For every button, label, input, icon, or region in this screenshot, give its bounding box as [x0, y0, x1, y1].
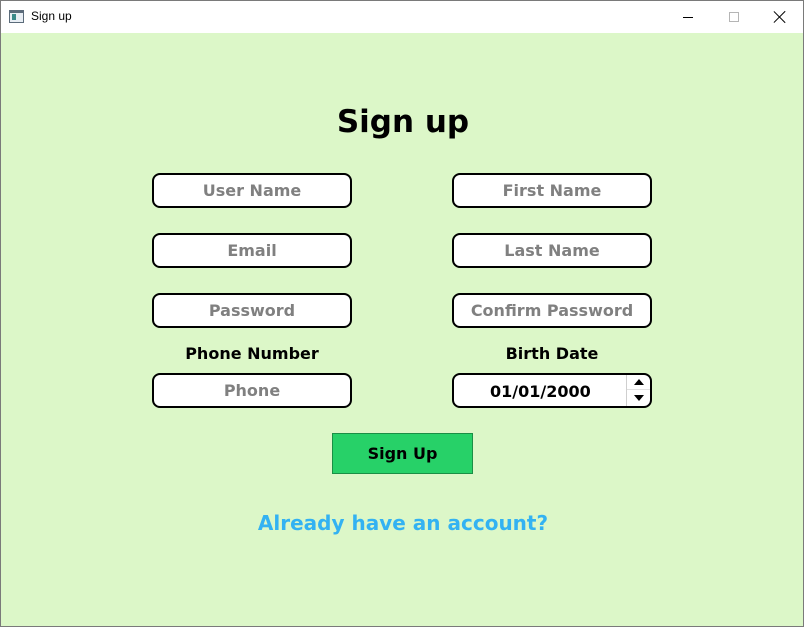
email-input[interactable]: Email [152, 233, 352, 268]
window-title: Sign up [31, 9, 72, 23]
birth-date-label: Birth Date [505, 344, 599, 363]
close-icon [774, 11, 786, 23]
maximize-button[interactable] [711, 1, 757, 33]
confirm-password-input[interactable]: Confirm Password [452, 293, 652, 328]
close-button[interactable] [757, 1, 803, 33]
spin-up-button[interactable] [627, 375, 650, 390]
signup-window: Sign up Sign up User Name First Name Ema… [0, 0, 804, 627]
first-name-input[interactable]: First Name [452, 173, 652, 208]
phone-number-label: Phone Number [185, 344, 319, 363]
birth-date-value[interactable]: 01/01/2000 [490, 382, 591, 401]
minimize-icon [683, 16, 693, 18]
login-link[interactable]: Already have an account? [1, 511, 804, 535]
maximize-icon [729, 12, 739, 22]
title-bar[interactable]: Sign up [1, 1, 803, 33]
birth-date-picker[interactable]: 01/01/2000 [452, 373, 652, 408]
page-title: Sign up [336, 104, 470, 140]
date-spinner [626, 375, 650, 406]
minimize-button[interactable] [665, 1, 711, 33]
phone-input[interactable]: Phone [152, 373, 352, 408]
username-input[interactable]: User Name [152, 173, 352, 208]
password-input[interactable]: Password [152, 293, 352, 328]
chevron-up-icon [633, 379, 644, 385]
spin-down-button[interactable] [627, 390, 650, 405]
chevron-down-icon [633, 394, 644, 401]
sign-up-button[interactable]: Sign Up [332, 433, 473, 474]
app-window-icon [9, 10, 24, 23]
last-name-input[interactable]: Last Name [452, 233, 652, 268]
